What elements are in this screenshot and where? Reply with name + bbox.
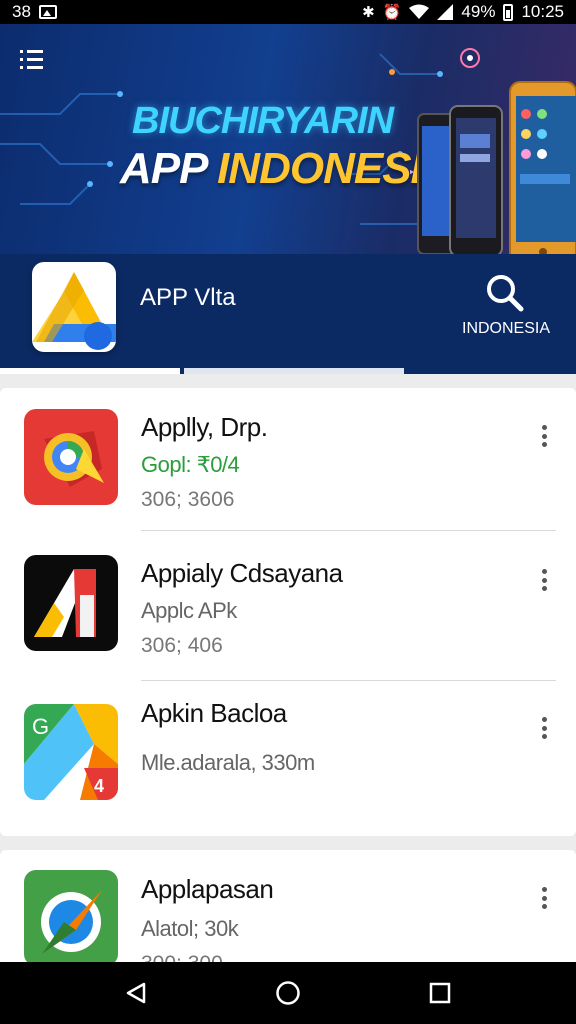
menu-icon[interactable] — [18, 46, 46, 74]
app-title: Applly, Drp. — [141, 412, 268, 442]
svg-text:4: 4 — [94, 776, 104, 796]
back-icon[interactable] — [116, 973, 156, 1013]
home-icon[interactable] — [268, 973, 308, 1013]
search-label: INDONESIA — [462, 320, 551, 337]
compass-icon — [24, 870, 118, 966]
app-subtitle: Applc APk — [141, 598, 237, 623]
navigation-bar — [0, 962, 576, 1024]
more-options-icon[interactable] — [532, 714, 556, 742]
app-subtitle: Mle.adarala, 330m — [141, 750, 315, 775]
app-subtitle: Alatol; 30k — [141, 916, 239, 941]
battery-percent: 49% — [461, 2, 496, 21]
app-title: Apkin Bacloa — [141, 698, 287, 728]
signal-icon — [437, 4, 454, 20]
divider — [141, 530, 556, 531]
status-right: ✱ ⏰ 49% 10:25 — [362, 2, 564, 22]
banner-title-line1: BIUCHIRYARIN — [132, 100, 394, 142]
more-options-icon[interactable] — [532, 566, 556, 594]
banner-title-app: APP — [120, 144, 207, 193]
search-icon[interactable] — [484, 272, 524, 312]
wifi-icon — [409, 4, 430, 19]
svg-text:G: G — [32, 714, 49, 739]
status-left: 38 — [12, 2, 57, 22]
tab-indicator-active[interactable] — [0, 368, 180, 374]
chrome-style-icon — [24, 409, 118, 505]
app-list-card: Applly, Drp. Gopl: ₹0/4 306; 3606 Appial… — [0, 388, 576, 836]
app-name: APP Vlta — [140, 284, 236, 311]
banner-title-line2: APP INDONESIA — [120, 144, 454, 194]
divider — [141, 680, 556, 681]
more-options-icon[interactable] — [532, 422, 556, 450]
red-black-a-icon — [24, 555, 118, 651]
alarm-icon: ⏰ — [382, 3, 402, 21]
drive-triangle-icon[interactable] — [32, 262, 116, 352]
app-subtitle: Gopl: ₹0/4 — [141, 452, 240, 477]
status-bar: 38 ✱ ⏰ 49% 10:25 — [0, 0, 576, 24]
notification-count: 38 — [12, 2, 31, 21]
status-time: 10:25 — [521, 2, 564, 21]
tab-indicator-secondary[interactable] — [184, 368, 404, 374]
promo-banner[interactable]: BIUCHIRYARIN APP INDONESIA — [0, 24, 576, 254]
maps-g-icon: G 4 — [24, 704, 118, 800]
bluetooth-icon: ✱ — [362, 3, 375, 21]
list-item[interactable]: Appialy Cdsayana Applc APk 306; 406 — [0, 534, 576, 680]
recents-icon[interactable] — [420, 973, 460, 1013]
app-title: Applapasan — [141, 874, 274, 904]
search-button[interactable]: INDONESIA — [462, 272, 552, 352]
more-options-icon[interactable] — [532, 884, 556, 912]
app-list-card-2: Applapasan Alatol; 30k 300; 300 — [0, 850, 576, 980]
app-title: Appialy Cdsayana — [141, 558, 343, 588]
image-icon — [38, 5, 57, 19]
battery-icon — [503, 3, 514, 21]
list-item[interactable]: G 4 Apkin Bacloa Mle.adarala, 330m — [0, 684, 576, 830]
list-item[interactable]: Applly, Drp. Gopl: ₹0/4 306; 3606 — [0, 388, 576, 534]
app-meta: 306; 406 — [141, 634, 223, 657]
phones-illustration — [410, 81, 576, 254]
app-header: APP Vlta INDONESIA — [0, 254, 576, 374]
app-meta: 306; 3606 — [141, 488, 235, 511]
